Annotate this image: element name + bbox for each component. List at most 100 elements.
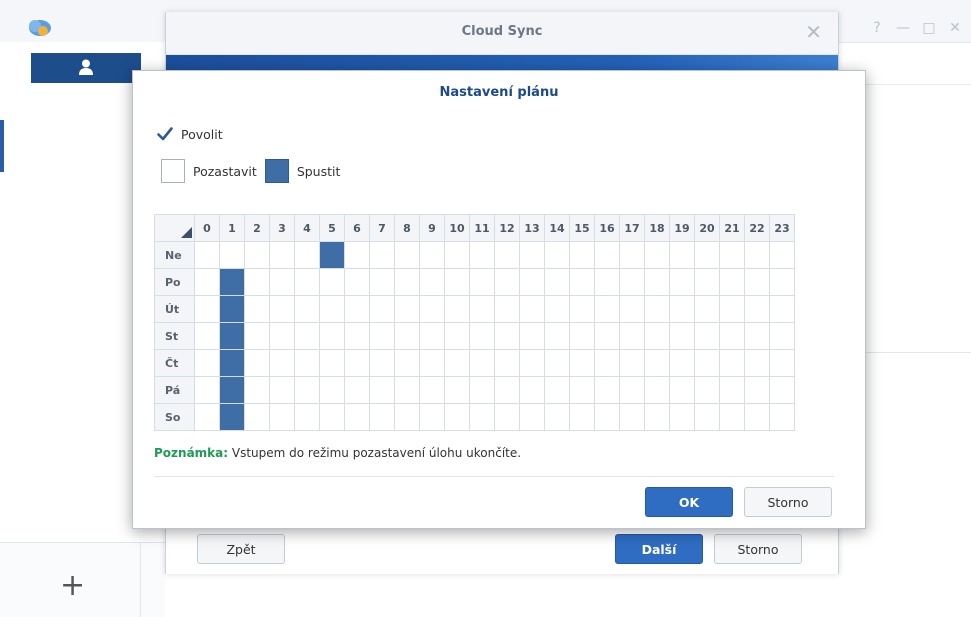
schedule-cell[interactable]	[669, 322, 695, 350]
schedule-cell[interactable]	[444, 349, 470, 377]
hour-header[interactable]: 11	[469, 214, 495, 242]
schedule-cell[interactable]	[594, 322, 620, 350]
next-button[interactable]: Další	[615, 534, 703, 564]
schedule-cell[interactable]	[769, 349, 795, 377]
schedule-cell[interactable]	[469, 295, 495, 323]
schedule-cell[interactable]	[319, 295, 345, 323]
schedule-cell[interactable]	[694, 295, 720, 323]
schedule-cell[interactable]	[544, 376, 570, 404]
schedule-cell[interactable]	[394, 241, 420, 269]
schedule-cell[interactable]	[244, 403, 270, 431]
schedule-cell[interactable]	[419, 268, 445, 296]
schedule-cell[interactable]	[244, 376, 270, 404]
schedule-cell[interactable]	[219, 403, 245, 431]
schedule-cell[interactable]	[694, 349, 720, 377]
schedule-cancel-button[interactable]: Storno	[744, 487, 832, 517]
schedule-cell[interactable]	[244, 295, 270, 323]
back-button[interactable]: Zpět	[197, 534, 285, 564]
schedule-cell[interactable]	[519, 376, 545, 404]
hour-header[interactable]: 13	[519, 214, 545, 242]
hour-header[interactable]: 18	[644, 214, 670, 242]
schedule-cell[interactable]	[444, 403, 470, 431]
schedule-cell[interactable]	[319, 403, 345, 431]
schedule-cell[interactable]	[669, 376, 695, 404]
schedule-cell[interactable]	[319, 241, 345, 269]
schedule-cell[interactable]	[744, 268, 770, 296]
schedule-cell[interactable]	[569, 268, 595, 296]
schedule-cell[interactable]	[394, 403, 420, 431]
close-icon[interactable]: ✕	[805, 20, 822, 44]
schedule-cell[interactable]	[369, 241, 395, 269]
hour-header[interactable]: 12	[494, 214, 520, 242]
schedule-cell[interactable]	[519, 241, 545, 269]
hour-header[interactable]: 4	[294, 214, 320, 242]
schedule-cell[interactable]	[494, 376, 520, 404]
schedule-cell[interactable]	[294, 349, 320, 377]
schedule-cell[interactable]	[719, 349, 745, 377]
day-header[interactable]: Ne	[154, 241, 195, 269]
hour-header[interactable]: 9	[419, 214, 445, 242]
schedule-cell[interactable]	[769, 376, 795, 404]
schedule-cell[interactable]	[344, 295, 370, 323]
schedule-cell[interactable]	[544, 403, 570, 431]
schedule-cell[interactable]	[419, 349, 445, 377]
schedule-cell[interactable]	[594, 268, 620, 296]
schedule-cell[interactable]	[494, 403, 520, 431]
schedule-cell[interactable]	[669, 295, 695, 323]
schedule-cell[interactable]	[494, 295, 520, 323]
day-header[interactable]: St	[154, 322, 195, 350]
hour-header[interactable]: 21	[719, 214, 745, 242]
schedule-cell[interactable]	[194, 241, 220, 269]
schedule-cell[interactable]	[744, 349, 770, 377]
help-icon[interactable]: ?	[867, 20, 887, 40]
schedule-cell[interactable]	[644, 349, 670, 377]
schedule-cell[interactable]	[744, 322, 770, 350]
schedule-cell[interactable]	[619, 349, 645, 377]
schedule-cell[interactable]	[494, 322, 520, 350]
schedule-cell[interactable]	[394, 376, 420, 404]
schedule-cell[interactable]	[269, 322, 295, 350]
schedule-cell[interactable]	[619, 403, 645, 431]
schedule-cell[interactable]	[344, 349, 370, 377]
hour-header[interactable]: 1	[219, 214, 245, 242]
schedule-cell[interactable]	[194, 268, 220, 296]
schedule-cell[interactable]	[369, 349, 395, 377]
schedule-cell[interactable]	[619, 241, 645, 269]
schedule-cell[interactable]	[419, 241, 445, 269]
schedule-cell[interactable]	[294, 403, 320, 431]
schedule-cell[interactable]	[644, 403, 670, 431]
schedule-cell[interactable]	[669, 403, 695, 431]
schedule-cell[interactable]	[394, 349, 420, 377]
minimize-icon[interactable]: —	[893, 20, 913, 40]
schedule-cell[interactable]	[344, 403, 370, 431]
schedule-cell[interactable]	[369, 295, 395, 323]
schedule-cell[interactable]	[494, 268, 520, 296]
schedule-cell[interactable]	[644, 241, 670, 269]
schedule-cell[interactable]	[344, 268, 370, 296]
schedule-cell[interactable]	[269, 349, 295, 377]
schedule-cell[interactable]	[194, 322, 220, 350]
schedule-cell[interactable]	[394, 295, 420, 323]
schedule-cell[interactable]	[469, 376, 495, 404]
schedule-cell[interactable]	[294, 241, 320, 269]
schedule-cell[interactable]	[519, 295, 545, 323]
hour-header[interactable]: 10	[444, 214, 470, 242]
hour-header[interactable]: 19	[669, 214, 695, 242]
schedule-cell[interactable]	[419, 403, 445, 431]
schedule-cell[interactable]	[469, 268, 495, 296]
schedule-cell[interactable]	[594, 241, 620, 269]
schedule-cell[interactable]	[544, 295, 570, 323]
schedule-cell[interactable]	[294, 295, 320, 323]
schedule-cell[interactable]	[694, 376, 720, 404]
schedule-cell[interactable]	[194, 349, 220, 377]
day-header[interactable]: Út	[154, 295, 195, 323]
wizard-cancel-button[interactable]: Storno	[714, 534, 802, 564]
schedule-cell[interactable]	[719, 295, 745, 323]
schedule-cell[interactable]	[194, 295, 220, 323]
schedule-cell[interactable]	[519, 322, 545, 350]
schedule-cell[interactable]	[269, 268, 295, 296]
schedule-cell[interactable]	[569, 322, 595, 350]
schedule-cell[interactable]	[469, 403, 495, 431]
schedule-cell[interactable]	[319, 268, 345, 296]
schedule-cell[interactable]	[369, 268, 395, 296]
